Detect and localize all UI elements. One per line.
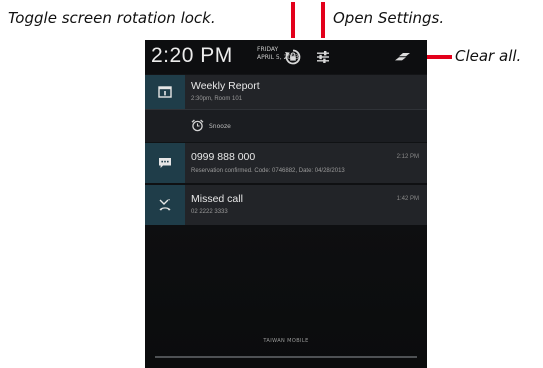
notification-time: 2:12 PM: [396, 154, 419, 160]
notification-icon-box: [145, 143, 185, 183]
notification-title: Missed call: [191, 193, 243, 205]
notification-title: Weekly Report: [191, 80, 260, 92]
snooze-label: Snooze: [209, 123, 231, 130]
callout-clear-all: Clear all.: [455, 47, 522, 65]
missed-call-icon: [159, 199, 171, 211]
callout-rotation-lock: Toggle screen rotation lock.: [8, 9, 216, 27]
clock: 2:20 PM: [151, 44, 233, 67]
settings-icon[interactable]: [315, 49, 331, 65]
status-header: 2:20 PM FRIDAY APRIL 5, 2013: [145, 40, 427, 74]
notification-shade: 2:20 PM FRIDAY APRIL 5, 2013 Weekly Repo…: [145, 40, 427, 368]
callout-settings: Open Settings.: [333, 9, 445, 27]
notification-icon-box: [145, 75, 185, 109]
snooze-button[interactable]: Snooze: [145, 109, 427, 142]
rotation-lock-icon[interactable]: [284, 48, 302, 66]
notification-time: 1:42 PM: [396, 196, 419, 202]
notification-message[interactable]: 0999 888 000 Reservation confirmed. Code…: [145, 143, 427, 183]
carrier-label: TAIWAN MOBILE: [263, 338, 309, 344]
pointer-line-rotation-lock: [291, 2, 295, 38]
notification-icon-box: [145, 185, 185, 225]
message-icon: [159, 158, 171, 168]
notification-subtitle: 2:30pm, Room 101: [191, 96, 243, 102]
clear-all-icon[interactable]: [394, 52, 412, 64]
shade-drag-handle[interactable]: [155, 356, 417, 358]
notification-missed-call[interactable]: Missed call 02 2222 3333 1:42 PM: [145, 185, 427, 225]
notification-subtitle: Reservation confirmed. Code: 0746882, Da…: [191, 168, 345, 174]
notification-subtitle: 02 2222 3333: [191, 209, 228, 215]
alarm-clock-icon: [191, 119, 204, 132]
pointer-line-settings: [321, 2, 325, 38]
notification-title: 0999 888 000: [191, 151, 256, 163]
notification-calendar[interactable]: Weekly Report 2:30pm, Room 101: [145, 75, 427, 109]
calendar-icon: [158, 86, 172, 98]
